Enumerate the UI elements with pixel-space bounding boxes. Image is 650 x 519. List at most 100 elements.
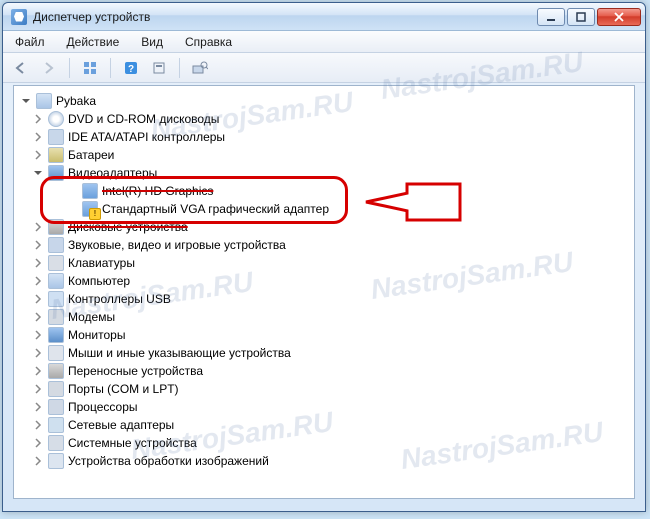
tree-node[interactable]: Устройства обработки изображений	[18, 452, 630, 470]
chevron-right-icon[interactable]	[32, 383, 44, 395]
tree-node[interactable]: Мониторы	[18, 326, 630, 344]
drive-icon	[48, 219, 64, 235]
properties-button[interactable]	[147, 57, 171, 79]
tree-node[interactable]: Клавиатуры	[18, 254, 630, 272]
chevron-right-icon[interactable]	[32, 149, 44, 161]
window-controls	[537, 8, 641, 26]
maximize-button[interactable]	[567, 8, 595, 26]
chevron-right-icon[interactable]	[32, 239, 44, 251]
port-icon	[48, 381, 64, 397]
tree-node-label: Видеоадаптеры	[68, 164, 157, 182]
tree-node[interactable]: Компьютер	[18, 272, 630, 290]
tree-node[interactable]: DVD и CD-ROM дисководы	[18, 110, 630, 128]
tree-node-label: Компьютер	[68, 272, 130, 290]
tree-child-node[interactable]: Intel(R) HD Graphics	[18, 182, 630, 200]
tree-node[interactable]: Дисковые устройства	[18, 218, 630, 236]
chevron-right-icon[interactable]	[32, 131, 44, 143]
window-title: Диспетчер устройств	[33, 10, 150, 24]
chevron-right-icon[interactable]	[32, 293, 44, 305]
chevron-right-icon[interactable]	[32, 311, 44, 323]
tree-node-label: Контроллеры USB	[68, 290, 171, 308]
tree-node[interactable]: Переносные устройства	[18, 362, 630, 380]
drive-icon	[48, 363, 64, 379]
chevron-right-icon[interactable]	[32, 437, 44, 449]
tree-node[interactable]: Порты (COM и LPT)	[18, 380, 630, 398]
menu-view[interactable]: Вид	[137, 33, 167, 51]
chevron-down-icon[interactable]	[20, 95, 32, 107]
scan-hardware-button[interactable]	[188, 57, 212, 79]
chevron-right-icon[interactable]	[32, 221, 44, 233]
tree-node[interactable]: IDE ATA/ATAPI контроллеры	[18, 128, 630, 146]
minimize-button[interactable]	[537, 8, 565, 26]
tree-child-node[interactable]: Стандартный VGA графический адаптер	[18, 200, 630, 218]
minimize-icon	[546, 12, 556, 22]
chevron-right-icon[interactable]	[32, 257, 44, 269]
tree-node[interactable]: Контроллеры USB	[18, 290, 630, 308]
tree-root-node[interactable]: Pybaka	[18, 92, 630, 110]
nav-forward-button[interactable]	[37, 57, 61, 79]
tree-node-label: Сетевые адаптеры	[68, 416, 174, 434]
display-icon	[82, 201, 98, 217]
chevron-down-icon[interactable]	[32, 167, 44, 179]
close-button[interactable]	[597, 8, 641, 26]
tree-node[interactable]: Модемы	[18, 308, 630, 326]
computer-icon	[48, 273, 64, 289]
chip-icon	[48, 129, 64, 145]
app-icon	[11, 9, 27, 25]
tree-node-label: Переносные устройства	[68, 362, 203, 380]
help-icon: ?	[124, 61, 138, 75]
tree-node-label: Звуковые, видео и игровые устройства	[68, 236, 286, 254]
tree-node-label: Мыши и иные указывающие устройства	[68, 344, 291, 362]
monitor-icon	[48, 327, 64, 343]
toolbar-separator	[110, 58, 111, 78]
toolbar: ?	[3, 53, 645, 83]
chevron-right-icon[interactable]	[32, 401, 44, 413]
close-icon	[613, 12, 625, 22]
tree-node-label: Модемы	[68, 308, 115, 326]
chevron-right-icon[interactable]	[32, 329, 44, 341]
tree-node[interactable]: Процессоры	[18, 398, 630, 416]
arrow-right-icon	[42, 62, 56, 74]
tree-node[interactable]: Видеоадаптеры	[18, 164, 630, 182]
img-icon	[48, 453, 64, 469]
tree-node[interactable]: Батареи	[18, 146, 630, 164]
disc-icon	[48, 111, 64, 127]
display-icon	[82, 183, 98, 199]
chevron-right-icon[interactable]	[32, 419, 44, 431]
maximize-icon	[576, 12, 586, 22]
menu-action[interactable]: Действие	[63, 33, 124, 51]
scan-icon	[192, 61, 208, 75]
tree-node-label: Мониторы	[68, 326, 125, 344]
net-icon	[48, 417, 64, 433]
chevron-right-icon[interactable]	[32, 455, 44, 467]
titlebar[interactable]: Диспетчер устройств	[3, 3, 645, 31]
device-tree[interactable]: PybakaDVD и CD-ROM дисководыIDE ATA/ATAP…	[14, 86, 634, 476]
menu-file[interactable]: Файл	[11, 33, 49, 51]
chevron-right-icon[interactable]	[32, 113, 44, 125]
cpu-icon	[48, 399, 64, 415]
tree-node-label: Системные устройства	[68, 434, 197, 452]
menubar: Файл Действие Вид Справка	[3, 31, 645, 53]
mouse-icon	[48, 345, 64, 361]
chevron-right-icon[interactable]	[32, 347, 44, 359]
tree-node-label: Intel(R) HD Graphics	[102, 182, 213, 200]
tree-node-label: Процессоры	[68, 398, 138, 416]
menu-help[interactable]: Справка	[181, 33, 236, 51]
tree-node[interactable]: Системные устройства	[18, 434, 630, 452]
tree-node-label: Устройства обработки изображений	[68, 452, 269, 470]
grid-icon	[83, 61, 97, 75]
toolbar-separator	[69, 58, 70, 78]
show-hidden-button[interactable]	[78, 57, 102, 79]
chevron-right-icon[interactable]	[32, 365, 44, 377]
chevron-right-icon[interactable]	[32, 275, 44, 287]
battery-icon	[48, 147, 64, 163]
tree-node[interactable]: Звуковые, видео и игровые устройства	[18, 236, 630, 254]
help-button[interactable]: ?	[119, 57, 143, 79]
tree-node[interactable]: Сетевые адаптеры	[18, 416, 630, 434]
tree-node[interactable]: Мыши и иные указывающие устройства	[18, 344, 630, 362]
tree-node-label: Дисковые устройства	[68, 218, 188, 236]
usb-icon	[48, 291, 64, 307]
sound-icon	[48, 237, 64, 253]
tree-node-label: IDE ATA/ATAPI контроллеры	[68, 128, 225, 146]
nav-back-button[interactable]	[9, 57, 33, 79]
